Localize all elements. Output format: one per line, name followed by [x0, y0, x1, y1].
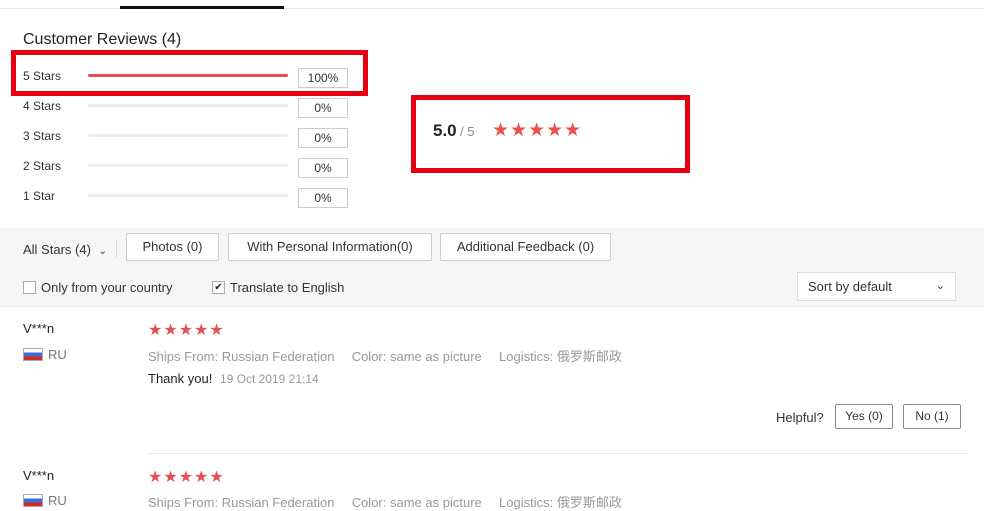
filter-personal-info-button[interactable]: With Personal Information(0)	[228, 233, 432, 261]
color-key: Color:	[351, 349, 387, 364]
rating-percent: 0%	[298, 158, 348, 178]
review-text: Thank you!	[148, 371, 213, 386]
helpful-yes-button[interactable]: Yes (0)	[835, 404, 893, 429]
chevron-down-icon: ⌄	[935, 280, 945, 292]
color-value: same as picture	[390, 349, 482, 364]
filter-photos-button[interactable]: Photos (0)	[126, 233, 219, 261]
chevron-down-icon: ⌄	[98, 246, 107, 257]
rating-percent: 0%	[298, 98, 348, 118]
review-stars-icon: ★★★★★	[148, 322, 225, 339]
reviewer-name: V***n	[23, 468, 55, 483]
review-divider	[148, 453, 968, 454]
ships-from-value: Russian Federation	[221, 349, 335, 364]
all-stars-label: All Stars (4)	[23, 242, 91, 257]
review-text-line: Thank you! 19 Oct 2019 21:14	[148, 371, 319, 386]
average-score: 5.0	[433, 121, 457, 140]
logistics-key: Logistics:	[499, 349, 554, 364]
rating-row-label[interactable]: 1 Star	[23, 189, 83, 203]
filter-bar-divider	[0, 306, 984, 307]
reviewer-country: RU	[48, 347, 67, 362]
rating-percent: 0%	[298, 188, 348, 208]
rating-row-label[interactable]: 2 Stars	[23, 159, 83, 173]
review-meta: Ships From: Russian Federation Color: sa…	[148, 346, 622, 365]
russia-flag-icon	[23, 348, 43, 361]
filter-divider	[116, 240, 117, 258]
helpful-label: Helpful?	[776, 410, 824, 425]
sort-select[interactable]: Sort by default ⌄	[797, 272, 956, 301]
reviewer-name: V***n	[23, 321, 55, 336]
only-country-checkbox[interactable]	[23, 281, 36, 294]
rating-bar	[88, 134, 288, 137]
helpful-no-button[interactable]: No (1)	[903, 404, 961, 429]
ships-from-key: Ships From:	[148, 349, 219, 364]
rating-row-label[interactable]: 3 Stars	[23, 129, 83, 143]
checkmark-icon: ✔	[214, 282, 223, 293]
rating-bar	[88, 194, 288, 197]
only-country-label[interactable]: Only from your country	[41, 280, 173, 295]
review-stars-icon: ★★★★★	[148, 469, 225, 486]
average-denominator: / 5	[460, 124, 475, 139]
reviewer-country: RU	[48, 493, 67, 508]
average-stars-icon: ★★★★★	[492, 120, 583, 141]
highlight-box-5-stars	[11, 50, 368, 96]
review-date: 19 Oct 2019 21:14	[219, 372, 319, 386]
rating-bar	[88, 104, 288, 107]
russia-flag-icon	[23, 494, 43, 507]
filter-additional-feedback-button[interactable]: Additional Feedback (0)	[440, 233, 611, 261]
review-meta: Ships From: Russian Federation Color: sa…	[148, 492, 622, 511]
sort-select-value: Sort by default	[808, 279, 892, 294]
translate-label[interactable]: Translate to English	[230, 280, 344, 295]
page-title: Customer Reviews (4)	[23, 31, 182, 48]
logistics-value: 俄罗斯邮政	[556, 349, 622, 364]
rating-row-label[interactable]: 4 Stars	[23, 99, 83, 113]
active-tab-indicator	[120, 6, 284, 9]
all-stars-dropdown[interactable]: All Stars (4) ⌄	[23, 242, 107, 257]
rating-percent: 0%	[298, 128, 348, 148]
translate-checkbox[interactable]: ✔	[212, 281, 225, 294]
rating-bar	[88, 164, 288, 167]
